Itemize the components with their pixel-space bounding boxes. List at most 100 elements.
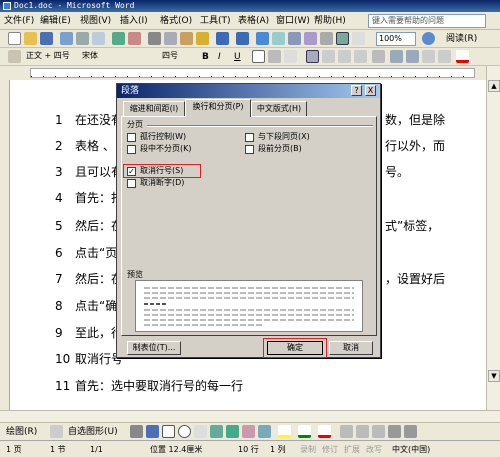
menu-edit[interactable]: 编辑(E) [40, 15, 71, 27]
status-extend[interactable]: 扩展 [344, 444, 360, 455]
insert-table-icon[interactable] [288, 32, 301, 45]
shadow-icon[interactable] [388, 425, 401, 438]
tables-borders-icon[interactable] [272, 32, 285, 45]
help-icon[interactable] [422, 32, 435, 45]
status-section: 1 节 [50, 445, 66, 454]
save-icon[interactable] [40, 32, 53, 45]
redo-icon[interactable] [236, 32, 249, 45]
draw-font-color-icon[interactable] [318, 425, 331, 438]
print-icon[interactable] [76, 32, 89, 45]
open-folder-icon[interactable] [24, 32, 37, 45]
textbox-tool-icon[interactable] [194, 425, 207, 438]
style-combo[interactable]: 正文 + 四号 [24, 50, 78, 64]
align-right-icon[interactable] [338, 50, 351, 63]
underline-button[interactable]: U [234, 51, 241, 63]
new-document-icon[interactable] [8, 32, 21, 45]
scroll-up-button[interactable]: ▲ [488, 80, 500, 92]
columns-icon[interactable] [320, 32, 333, 45]
scroll-down-button[interactable]: ▼ [488, 370, 500, 382]
help-question-box[interactable]: 键入需要帮助的问题 [368, 14, 486, 28]
draw-menu[interactable]: 绘图(R) [6, 426, 37, 438]
tab-asian-typography[interactable]: 中文版式(H) [251, 101, 307, 116]
increase-indent-icon[interactable] [438, 50, 451, 63]
menu-window[interactable]: 窗口(W) [276, 15, 310, 27]
undo-icon[interactable] [216, 32, 229, 45]
bold-button[interactable]: B [202, 51, 209, 63]
italic-button[interactable]: I [218, 51, 221, 63]
distribute-icon[interactable] [354, 50, 367, 63]
menu-table[interactable]: 表格(A) [238, 15, 269, 27]
diagram-icon[interactable] [226, 425, 239, 438]
cut-icon[interactable] [148, 32, 161, 45]
no-hyphenation-checkbox[interactable] [127, 179, 136, 188]
numbering-icon[interactable] [390, 50, 403, 63]
vertical-scrollbar[interactable]: ▲ ▼ [486, 66, 500, 410]
print-preview-icon[interactable] [92, 32, 105, 45]
spelling-icon[interactable] [112, 32, 125, 45]
document-line-tail: 数，但是除 [385, 113, 446, 127]
bullets-icon[interactable] [406, 50, 419, 63]
autoshapes-menu[interactable]: 自选图形(U) [68, 426, 118, 438]
line-spacing-icon[interactable] [372, 50, 385, 63]
word-window: Doc1.doc - Microsoft Word 文件(F) 编辑(E) 视图… [0, 0, 500, 457]
font-color-icon[interactable] [456, 50, 469, 63]
insert-excel-icon[interactable] [304, 32, 317, 45]
font-combo[interactable]: 宋体 [80, 50, 156, 64]
fill-color-icon[interactable] [278, 425, 291, 438]
format-painter-icon[interactable] [196, 32, 209, 45]
dash-style-icon[interactable] [356, 425, 369, 438]
oval-tool-icon[interactable] [178, 425, 191, 438]
menu-help[interactable]: 帮助(H) [314, 15, 346, 27]
zoom-combo[interactable]: 100% [376, 32, 416, 46]
rectangle-tool-icon[interactable] [162, 425, 175, 438]
char-shading-icon[interactable] [268, 50, 281, 63]
styles-icon[interactable] [8, 50, 21, 63]
line-tool-icon[interactable] [130, 425, 143, 438]
widow-control-checkbox[interactable] [127, 133, 136, 142]
menu-insert[interactable]: 插入(I) [120, 15, 148, 27]
cancel-button[interactable]: 取消 [329, 341, 373, 355]
dialog-help-button[interactable]: ? [351, 85, 362, 96]
tab-indents-spacing[interactable]: 缩进和间距(I) [123, 101, 185, 116]
dialog-close-button[interactable]: X [365, 85, 376, 96]
char-scale-icon[interactable] [284, 50, 297, 63]
ok-button[interactable]: 确定 [267, 341, 323, 355]
tabs-button[interactable]: 制表位(T)... [127, 341, 181, 355]
menu-tools[interactable]: 工具(T) [200, 15, 231, 27]
clipart-icon[interactable] [242, 425, 255, 438]
doc-map-icon[interactable] [352, 32, 365, 45]
menu-format[interactable]: 格式(O) [160, 15, 192, 27]
char-border-icon[interactable] [252, 50, 265, 63]
line-style-icon[interactable] [340, 425, 353, 438]
insert-picture-icon[interactable] [258, 425, 271, 438]
keep-with-next-checkbox[interactable] [245, 133, 254, 142]
select-objects-icon[interactable] [50, 425, 63, 438]
status-track[interactable]: 修订 [322, 444, 338, 455]
line-color-icon[interactable] [298, 425, 311, 438]
page-break-before-checkbox[interactable] [245, 145, 254, 154]
tab-line-page-breaks[interactable]: 换行和分页(P) [185, 99, 251, 117]
arrow-tool-icon[interactable] [146, 425, 159, 438]
arrow-style-icon[interactable] [372, 425, 385, 438]
font-size-combo[interactable]: 四号 [160, 50, 194, 64]
read-button[interactable]: 阅读(R) [446, 33, 477, 45]
research-icon[interactable] [128, 32, 141, 45]
menu-view[interactable]: 视图(V) [80, 15, 111, 27]
copy-icon[interactable] [164, 32, 177, 45]
decrease-indent-icon[interactable] [422, 50, 435, 63]
horizontal-ruler[interactable] [0, 66, 500, 80]
suppress-line-numbers-checkbox[interactable]: ✓ [127, 167, 136, 176]
align-justify-icon[interactable] [306, 50, 319, 63]
keep-lines-together-checkbox[interactable] [127, 145, 136, 154]
wordart-icon[interactable] [210, 425, 223, 438]
status-record[interactable]: 录制 [300, 444, 316, 455]
menu-file[interactable]: 文件(F) [4, 15, 34, 27]
paste-icon[interactable] [180, 32, 193, 45]
permission-icon[interactable] [60, 32, 73, 45]
horizontal-scrollbar[interactable] [0, 410, 500, 422]
drawing-icon[interactable] [336, 32, 349, 45]
status-overtype[interactable]: 改写 [366, 444, 382, 455]
align-center-icon[interactable] [322, 50, 335, 63]
3d-icon[interactable] [404, 425, 417, 438]
hyperlink-icon[interactable] [256, 32, 269, 45]
